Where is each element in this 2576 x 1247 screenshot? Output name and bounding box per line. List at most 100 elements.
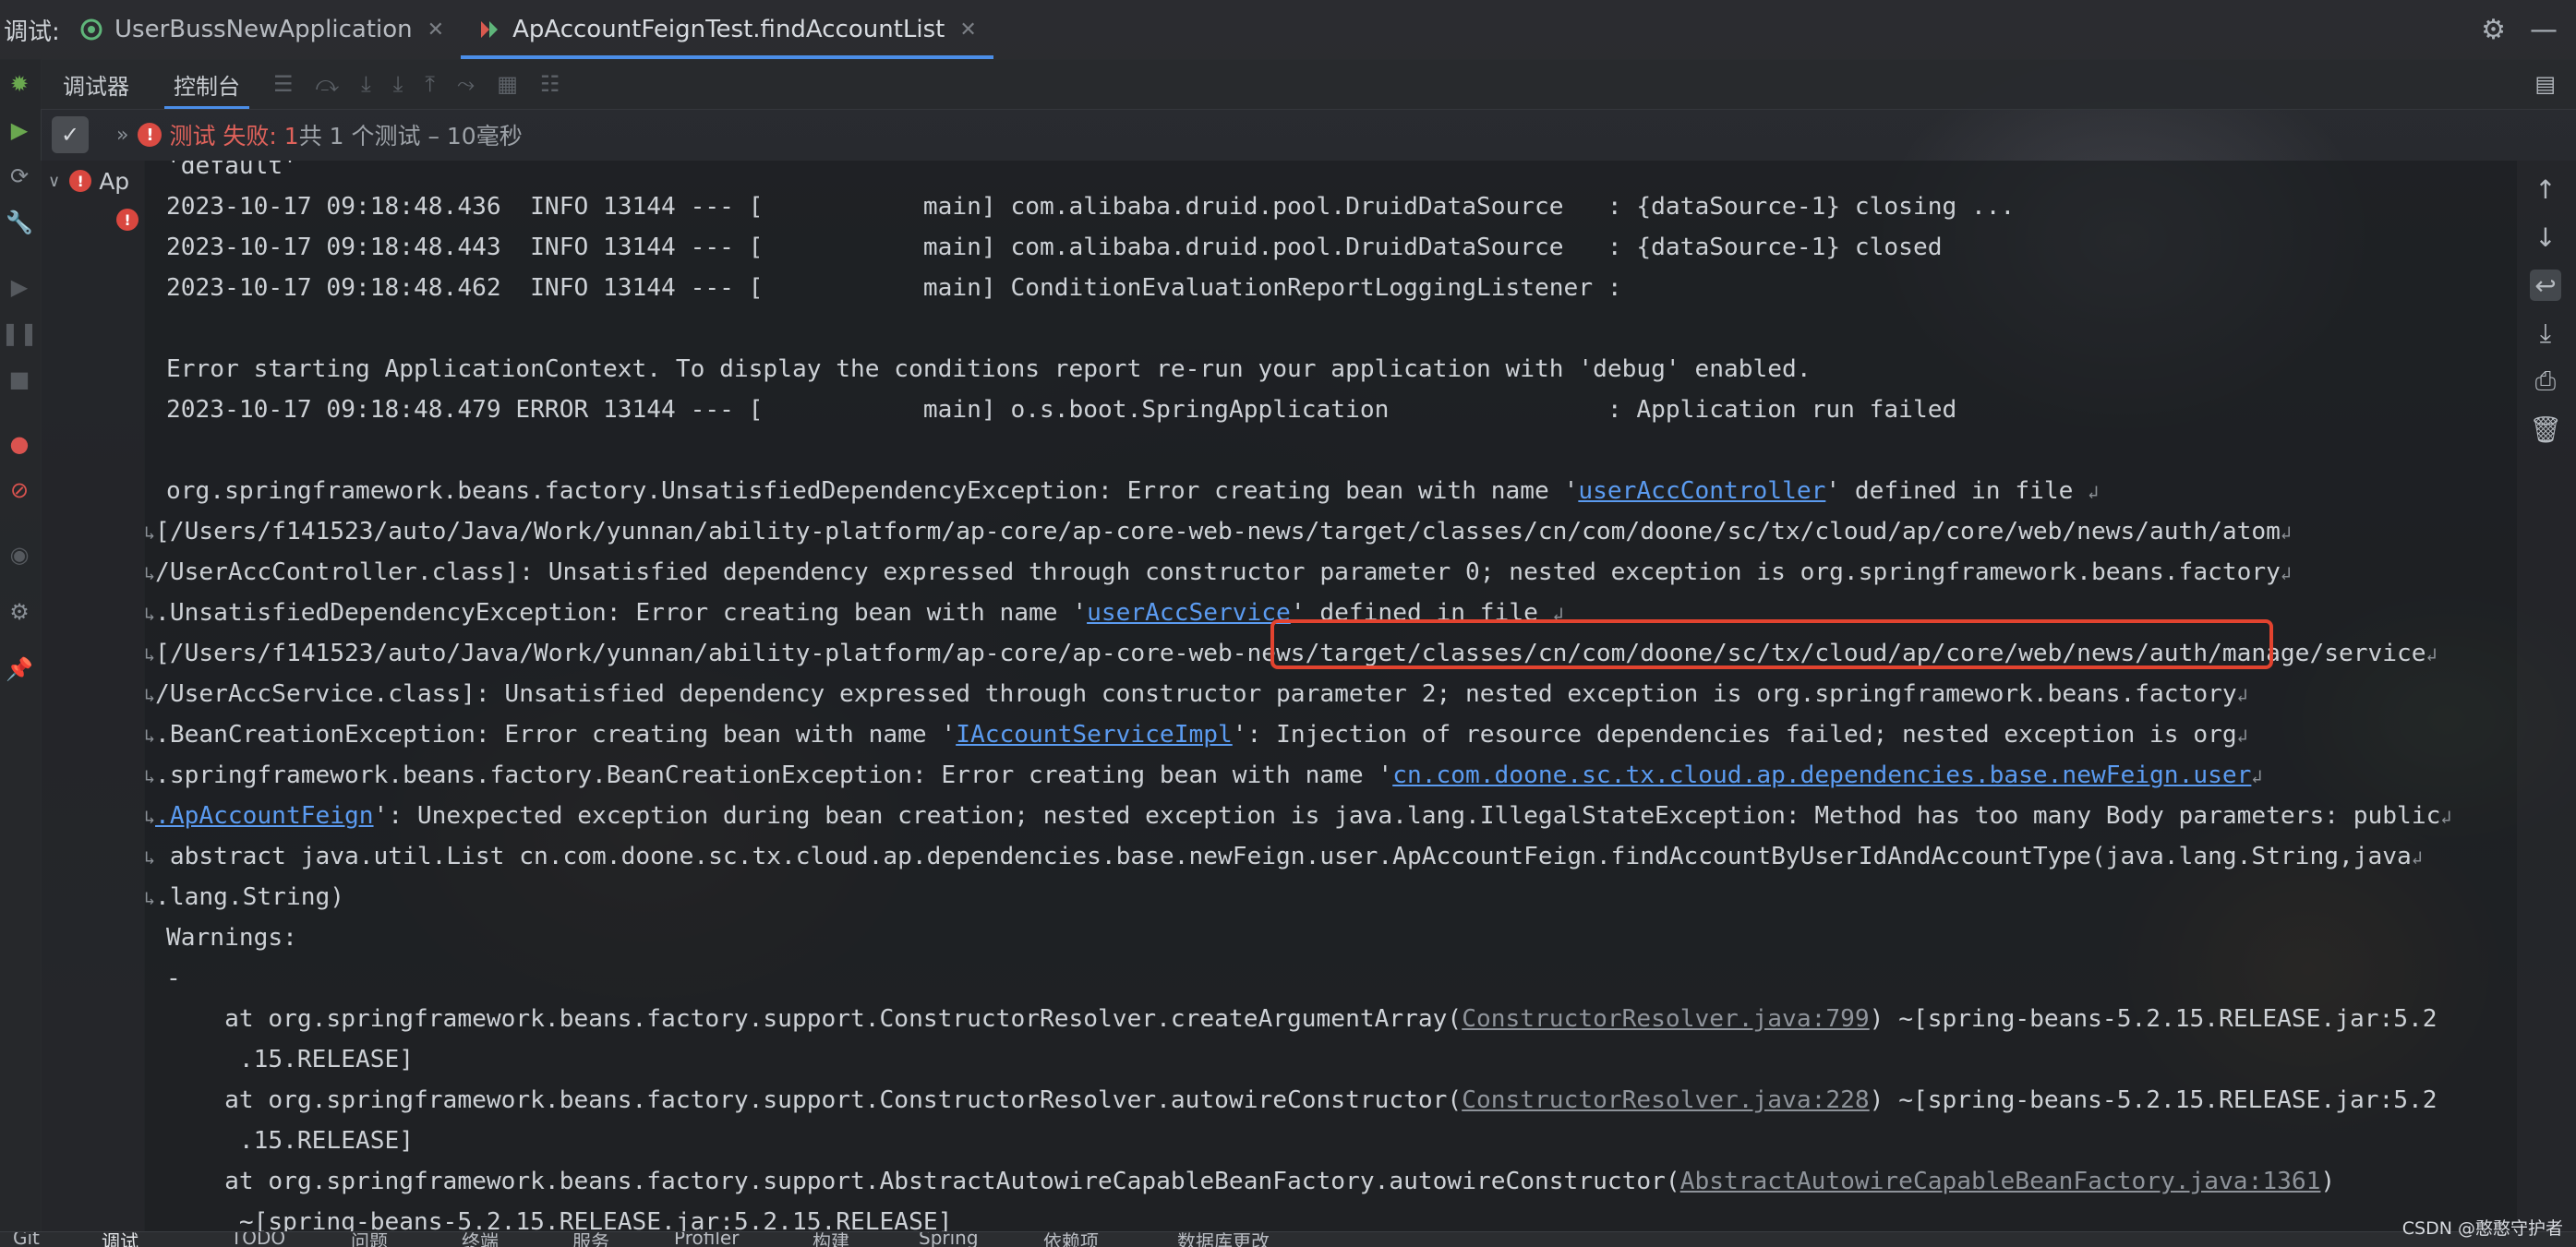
view-breakpoints-icon[interactable]: ● bbox=[6, 430, 33, 458]
step-over-icon[interactable]: ⤼ bbox=[316, 71, 340, 97]
close-icon[interactable]: ✕ bbox=[959, 18, 976, 42]
pause-icon[interactable]: ❚❚ bbox=[1, 319, 38, 347]
console-line: ↳.lang.String) bbox=[144, 877, 344, 917]
console-text: .BeanCreationException: Error creating b… bbox=[155, 721, 957, 749]
spring-boot-icon bbox=[79, 18, 103, 42]
console-text: [/Users/f141523/auto/Java/Work/yunnan/ab… bbox=[155, 640, 2426, 667]
console-line: 'default' bbox=[166, 161, 297, 180]
tool-window-bar: Git 调试 TODO 问题 终端 服务 Profiler 构建 Spring … bbox=[0, 1231, 2576, 1247]
console-line: 2023-10-17 09:18:48.462 INFO 13144 --- [… bbox=[166, 274, 1622, 302]
tool-window-terminal[interactable]: 终端 bbox=[462, 1232, 499, 1247]
console-line: ↳ abstract java.util.List cn.com.doone.s… bbox=[144, 836, 2423, 877]
gear-icon[interactable]: ⚙ bbox=[2481, 14, 2506, 46]
tool-window-spring[interactable]: Spring bbox=[919, 1232, 979, 1247]
soft-wrap-icon: ↳ bbox=[144, 846, 156, 869]
tool-window-dependencies[interactable]: 依赖项 bbox=[1043, 1232, 1099, 1247]
print-icon[interactable]: ⎙ bbox=[2530, 366, 2561, 397]
tool-window-build[interactable]: 构建 bbox=[813, 1232, 849, 1247]
tool-window-git[interactable]: Git bbox=[13, 1232, 40, 1247]
restore-layout-icon[interactable]: ⟳ bbox=[6, 162, 33, 190]
tool-window-todo[interactable]: TODO bbox=[231, 1232, 285, 1247]
trash-icon[interactable]: 🗑 bbox=[2529, 414, 2562, 445]
stacktrace-text: ) ~[spring-beans-5.2.15.RELEASE.jar:5.2 bbox=[1869, 1005, 2438, 1033]
test-run-icon bbox=[477, 18, 501, 42]
force-step-into-icon[interactable]: ⤓ bbox=[393, 71, 403, 97]
tab-console[interactable]: 控制台 bbox=[151, 59, 262, 109]
trace-icon[interactable]: ☷ bbox=[540, 71, 560, 97]
bean-link-user-acc-service[interactable]: userAccService bbox=[1087, 599, 1291, 627]
console-line: ↳.BeanCreationException: Error creating … bbox=[144, 714, 2248, 755]
console-line: 2023-10-17 09:18:48.479 ERROR 13144 --- … bbox=[166, 396, 1957, 424]
error-icon: ! bbox=[69, 170, 92, 192]
tab-debugger[interactable]: 调试器 bbox=[41, 59, 151, 109]
test-summary-text: 共 1 个测试 – 10毫秒 bbox=[298, 123, 523, 150]
soft-wrap-icon: ↲ bbox=[2236, 684, 2248, 706]
step-into-icon[interactable]: ⤓ bbox=[361, 71, 371, 97]
exception-line: org.springframework.beans.factory.Unsati… bbox=[166, 471, 2099, 511]
tool-window-db-changes[interactable]: 数据库更改 bbox=[1177, 1232, 1270, 1247]
tab-ap-account-feign-test[interactable]: ApAccountFeignTest.findAccountList ✕ bbox=[461, 0, 993, 59]
evaluate-icon[interactable]: ▦ bbox=[497, 71, 518, 97]
pin-icon[interactable]: 📌 bbox=[6, 655, 33, 683]
chevron-double-right-icon[interactable]: » bbox=[116, 124, 128, 147]
menu-icon[interactable]: ☰ bbox=[273, 71, 294, 97]
console-text: ': Unexpected exception during bean crea… bbox=[373, 802, 2441, 830]
console-line: 2023-10-17 09:18:48.436 INFO 13144 --- [… bbox=[166, 193, 2016, 221]
console-line: ↳.springframework.beans.factory.BeanCrea… bbox=[144, 755, 2262, 796]
console-text: .springframework.beans.factory.BeanCreat… bbox=[155, 761, 1393, 789]
bean-link-account-service-impl[interactable]: IAccountServiceImpl bbox=[956, 721, 1233, 749]
soft-wrap-toggle-icon[interactable]: ↩ bbox=[2530, 270, 2561, 301]
tool-window-services[interactable]: 服务 bbox=[572, 1232, 609, 1247]
console-line: ↳[/Users/f141523/auto/Java/Work/yunnan/a… bbox=[144, 511, 2292, 552]
tree-root-row[interactable]: ∨ ! Ap bbox=[48, 162, 129, 199]
bean-link-feign-package[interactable]: cn.com.doone.sc.tx.cloud.ap.dependencies… bbox=[1392, 761, 2251, 789]
console-line: ↳.ApAccountFeign': Unexpected exception … bbox=[144, 796, 2451, 836]
stacktrace-line: at org.springframework.beans.factory.sup… bbox=[166, 1161, 2335, 1202]
check-icon[interactable]: ✓ bbox=[52, 116, 89, 153]
mute-breakpoints-icon[interactable]: ⊘ bbox=[6, 476, 33, 504]
soft-wrap-icon: ↳ bbox=[144, 765, 156, 787]
soft-wrap-icon: ↲ bbox=[1552, 603, 1564, 625]
source-link-autowire-factory-1361[interactable]: AbstractAutowireCapableBeanFactory.java:… bbox=[1680, 1168, 2321, 1195]
tool-window-debug[interactable]: 调试 bbox=[102, 1232, 138, 1247]
minimize-icon[interactable]: — bbox=[2530, 14, 2558, 46]
chevron-down-icon[interactable]: ∨ bbox=[48, 172, 60, 191]
close-icon[interactable]: ✕ bbox=[427, 18, 444, 42]
console-line: 2023-10-17 09:18:48.443 INFO 13144 --- [… bbox=[166, 234, 1943, 261]
stacktrace-line: at org.springframework.beans.factory.sup… bbox=[166, 999, 2438, 1039]
tree-root-label: Ap bbox=[99, 167, 130, 195]
bean-link-feign-class[interactable]: .ApAccountFeign bbox=[155, 802, 374, 830]
arrow-down-icon[interactable]: ↓ bbox=[2530, 222, 2561, 253]
debug-tool-strip: ✹ ▶ ⟳ 🔧 ▶ ❚❚ ■ ● ⊘ ◉ ⚙ 📌 bbox=[0, 59, 42, 1231]
console-output[interactable]: 'default' 2023-10-17 09:18:48.436 INFO 1… bbox=[144, 161, 2517, 1231]
scroll-to-end-icon[interactable]: ⤓ bbox=[2530, 318, 2561, 349]
test-status-row: ✓ » ! 测试 失败: 1 共 1 个测试 – 10毫秒 bbox=[41, 109, 2576, 161]
tool-window-problems[interactable]: 问题 bbox=[351, 1232, 388, 1247]
console-line: ↳.UnsatisfiedDependencyException: Error … bbox=[144, 593, 1564, 633]
wrench-icon[interactable]: 🔧 bbox=[6, 209, 33, 236]
soft-wrap-icon: ↳ bbox=[144, 684, 156, 706]
arrow-up-icon[interactable]: ↑ bbox=[2530, 174, 2561, 205]
resume-icon[interactable]: ▶ bbox=[6, 273, 33, 301]
soft-wrap-icon: ↲ bbox=[2426, 643, 2438, 665]
bug-icon[interactable]: ✹ bbox=[6, 70, 33, 98]
source-link-constructor-resolver-228[interactable]: ConstructorResolver.java:228 bbox=[1462, 1086, 1869, 1114]
tool-window-profiler[interactable]: Profiler bbox=[674, 1232, 739, 1247]
watermark-text: CSDN @憨憨守护者 bbox=[2401, 1218, 2563, 1239]
tab-user-buss-new-application[interactable]: UserBussNewApplication ✕ bbox=[63, 0, 461, 59]
bean-link-user-acc-controller[interactable]: userAccController bbox=[1578, 477, 1825, 505]
soft-wrap-icon: ↲ bbox=[2280, 522, 2292, 544]
stacktrace-line: .15.RELEASE] bbox=[166, 1127, 415, 1155]
camera-icon[interactable]: ◉ bbox=[6, 541, 33, 569]
source-link-constructor-resolver-799[interactable]: ConstructorResolver.java:799 bbox=[1462, 1005, 1869, 1033]
layout-icon[interactable]: ▤ bbox=[2534, 71, 2556, 97]
soft-wrap-icon: ↳ bbox=[144, 806, 156, 828]
tree-child-row[interactable]: ! bbox=[116, 201, 138, 238]
debug-label: 调试: bbox=[4, 18, 60, 46]
soft-wrap-icon: ↳ bbox=[144, 522, 156, 544]
settings-icon[interactable]: ⚙ bbox=[6, 598, 33, 626]
stop-icon[interactable]: ■ bbox=[6, 366, 33, 393]
run-to-cursor-icon[interactable]: ⤳ bbox=[457, 71, 475, 97]
step-out-icon[interactable]: ⤒ bbox=[425, 71, 435, 97]
rerun-icon[interactable]: ▶ bbox=[6, 116, 33, 144]
